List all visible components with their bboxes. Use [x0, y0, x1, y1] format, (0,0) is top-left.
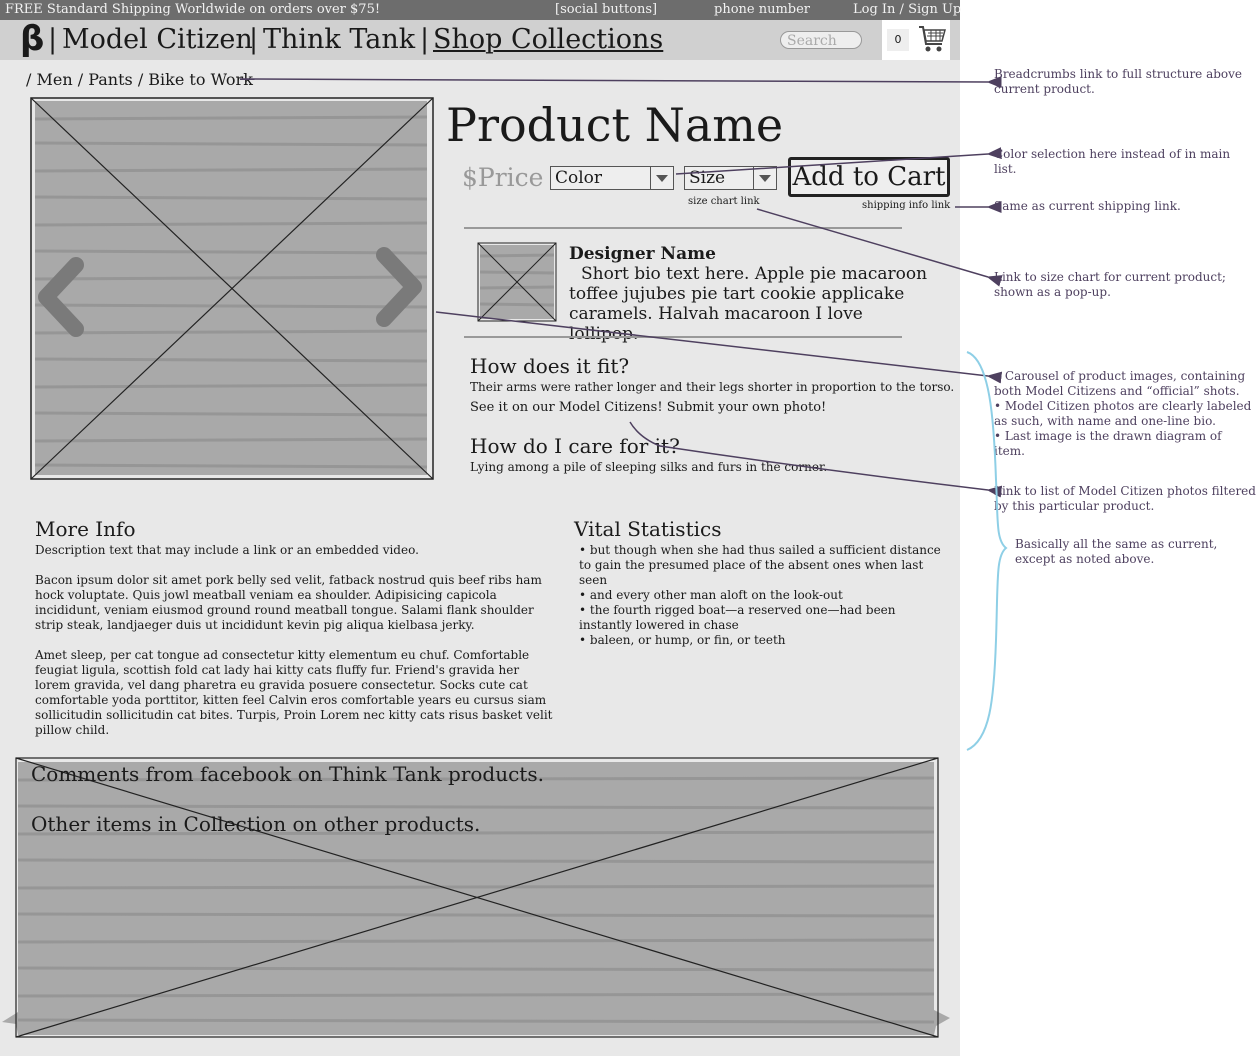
nav-separator: |	[249, 24, 259, 55]
wireframe-page: FREE Standard Shipping Worldwide on orde…	[0, 0, 961, 1056]
nav-model-citizen[interactable]: Model Citizen	[62, 22, 253, 58]
cart-count: 0	[887, 29, 909, 51]
shipping-info-link[interactable]: shipping info link	[862, 200, 950, 211]
divider	[464, 227, 902, 229]
nav-separator: |	[48, 24, 58, 55]
add-to-cart-button[interactable]: Add to Cart	[788, 157, 950, 197]
annotation-shipping: Same as current shipping link.	[994, 199, 1181, 213]
annotation-model-citizen: Link to list of Model Citizen photos fil…	[994, 484, 1256, 513]
social-buttons[interactable]: [social buttons]	[555, 0, 657, 20]
annotation-size-chart: Link to size chart for current product; …	[994, 270, 1226, 299]
designer-name[interactable]: Designer Name	[569, 244, 929, 264]
chevron-down-icon	[753, 167, 776, 189]
list-item: • and every other man aloft on the look-…	[579, 588, 843, 602]
chevron-down-icon	[650, 167, 673, 189]
designer-bio: Short bio text here. Apple pie macaroon …	[569, 264, 928, 344]
size-select[interactable]: Size	[684, 166, 777, 190]
size-select-value: Size	[689, 168, 726, 188]
breadcrumb[interactable]: / Men / Pants / Bike to Work	[26, 70, 253, 89]
designer-bio-block: Designer Name Short bio text here. Apple…	[569, 244, 929, 344]
carousel-prev-arrow-icon[interactable]	[34, 255, 90, 339]
annotation-color: Color selection here instead of in main …	[994, 147, 1231, 176]
collection-items: Other items in Collection on other produ…	[31, 812, 481, 836]
phone-number: phone number	[714, 2, 811, 17]
cart-icon[interactable]	[918, 24, 946, 54]
nav-separator: |	[420, 24, 430, 55]
color-select[interactable]: Color	[550, 166, 674, 190]
search-input[interactable]: Search	[780, 31, 862, 49]
login-link[interactable]: Log In / Sign Up	[853, 0, 961, 20]
logo[interactable]: β	[20, 20, 44, 58]
list-item: • the fourth rigged boat—a reserved one—…	[579, 603, 896, 632]
bottom-content-placeholder	[2, 757, 950, 1038]
cart[interactable]: 0	[882, 20, 950, 60]
list-item: • baleen, or hump, or fin, or teeth	[579, 633, 786, 647]
product-price: $Price	[462, 163, 544, 192]
annotation-carousel: • Carousel of product images, containing…	[994, 369, 1252, 458]
size-chart-link[interactable]: size chart link	[688, 196, 760, 207]
care-heading: How do I care for it?	[470, 434, 680, 458]
fit-text: Their arms were rather longer and their …	[470, 380, 955, 394]
divider	[464, 336, 902, 338]
nav-shop-collections[interactable]: Shop Collections	[433, 22, 663, 58]
care-text: Lying among a pile of sleeping silks and…	[470, 460, 828, 474]
nav-think-tank[interactable]: Think Tank	[263, 22, 415, 58]
top-bar: FREE Standard Shipping Worldwide on orde…	[0, 0, 961, 20]
site-header: β | Model Citizen | Think Tank | Shop Co…	[0, 20, 960, 60]
color-select-value: Color	[555, 168, 603, 188]
more-info-paragraph: Amet sleep, per cat tongue ad consectetu…	[35, 648, 553, 737]
free-shipping-text[interactable]: FREE Standard Shipping Worldwide on orde…	[5, 0, 380, 20]
more-info-text: Description text that may include a link…	[35, 543, 555, 738]
carousel-next-arrow-icon[interactable]	[370, 245, 426, 329]
fit-heading: How does it fit?	[470, 354, 630, 378]
designer-photo	[477, 242, 557, 322]
more-info-paragraph: Bacon ipsum dolor sit amet pork belly se…	[35, 573, 542, 632]
more-info-paragraph: Description text that may include a link…	[35, 543, 419, 557]
facebook-comments: Comments from facebook on Think Tank pro…	[31, 762, 544, 786]
annotation-breadcrumbs: Breadcrumbs link to full structure above…	[994, 67, 1243, 96]
list-item: • but though when she had thus sailed a …	[579, 543, 941, 587]
more-info-heading: More Info	[35, 517, 136, 541]
annotation-same: Basically all the same as current, excep…	[1015, 537, 1218, 566]
product-name: Product Name	[446, 98, 784, 152]
vital-stats-heading: Vital Statistics	[574, 517, 722, 541]
vital-stats-list: • but though when she had thus sailed a …	[574, 543, 944, 648]
model-citizens-link[interactable]: See it on our Model Citizens! Submit you…	[470, 400, 826, 415]
